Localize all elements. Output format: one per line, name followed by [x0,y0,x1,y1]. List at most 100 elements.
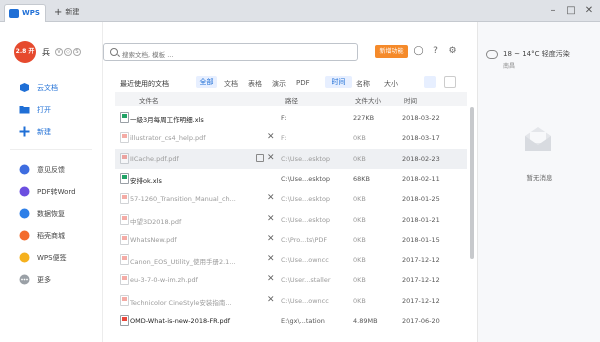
tab-wps[interactable]: WPS [4,4,46,22]
badge-icon: ◇ [64,48,72,56]
file-name[interactable]: Technicolor CineStyle安装指南... [130,297,255,307]
scrollbar[interactable] [470,107,474,259]
new-tab-button[interactable]: + 新建 [54,6,80,18]
share-icon[interactable] [256,153,264,162]
file-name[interactable]: WhatsNew.pdf [130,236,255,244]
column-date[interactable]: 时间 [404,95,417,105]
column-path[interactable]: 路径 [285,95,298,105]
sort-by-time[interactable]: 时间 [325,76,352,88]
remove-icon[interactable]: ✕ [267,132,275,142]
sidebar-item-label: 新建 [37,128,51,136]
sidebar-tool-notes[interactable]: WPS便签 [0,248,103,268]
plus-icon [19,126,30,137]
help-icon[interactable]: ? [430,46,441,57]
file-name[interactable]: 安排ok.xls [130,175,255,185]
minimize-icon[interactable]: – [545,3,561,19]
remove-icon[interactable]: ✕ [267,254,275,264]
list-view-icon[interactable] [424,76,436,88]
file-name[interactable]: eu-3-7-0-w-im.zh.pdf [130,276,255,284]
column-name[interactable]: 文件名 [139,95,159,105]
pdf-file-icon [120,213,129,225]
avatar[interactable]: 2.8 开抢 [14,41,36,77]
sidebar-item-open[interactable]: 打开 [0,100,103,120]
sort-by-name[interactable]: 名称 [356,79,370,89]
search-input[interactable]: 搜索文档, 模板 ... [103,43,358,61]
sidebar-tool-label: PDF转Word [37,188,76,196]
close-icon[interactable]: ✕ [581,3,597,19]
filter-all[interactable]: 全部 [196,76,217,88]
sidebar-tool-label: WPS便签 [37,254,67,262]
cloud-doc-icon [20,83,29,92]
sidebar-item-cloud-doc[interactable]: 云文档 [0,78,103,98]
sidebar-item-new[interactable]: 新建 [0,122,103,142]
remove-icon[interactable]: ✕ [267,193,275,203]
table-row[interactable]: illustrator_cs4_help.pdf ✕ F: 0KB 2018-03-17 [115,128,467,148]
pdf-file-icon [120,193,129,205]
new-tab-label: 新建 [65,8,80,16]
table-row[interactable]: OMD-What-is-new-2018-FR.pdf E:\gx\...tati… [115,311,467,331]
remove-icon[interactable]: ✕ [267,295,275,305]
file-date: 2018-02-23 [402,154,440,163]
pdf-convert-icon [19,186,30,197]
file-name[interactable]: illustrator_cs4_help.pdf [130,134,255,142]
pdf-file-icon [120,132,129,144]
file-path: C:\Pro...ts\PDF [281,235,328,244]
table-row[interactable]: eu-3-7-0-w-im.zh.pdf ✕ C:\User...staller 0K… [115,270,467,290]
table-row[interactable]: Canon_EOS_Utility_使用手册2.1... ✕ C:\Use...ow… [115,250,467,270]
pdf-file-icon [120,254,129,266]
sidebar-tool-feedback[interactable]: 意见反馈 [0,160,103,180]
filter-pdf[interactable]: PDF [296,79,310,87]
grid-view-icon[interactable] [444,76,456,88]
pdf-file-icon [120,233,129,245]
xls-file-icon [120,112,129,123]
remove-icon[interactable]: ✕ [267,214,275,224]
file-name[interactable]: OMD-What-is-new-2018-FR.pdf [130,317,255,325]
weather-cloud-icon [486,50,498,59]
file-name[interactable]: 一級3月每周工作明细.xls [130,114,255,124]
file-path: C:\Use...esktop [281,154,331,163]
right-panel: 18 ~ 14°C 轻度污染 南昌 暂无消息 [477,22,600,342]
table-row[interactable]: WhatsNew.pdf ✕ C:\Pro...ts\PDF 0KB 2018-01-1… [115,230,467,250]
data-recovery-icon [19,208,30,219]
table-row[interactable]: 中望3D2018.pdf ✕ C:\Use...esktop 0KB 2018-01-2… [115,210,467,230]
user-name[interactable]: 兵 [42,47,50,58]
file-size: 4.89MB [353,317,378,325]
sort-by-size[interactable]: 大小 [384,79,398,89]
file-name[interactable]: IICache.pdf.pdf [130,155,255,163]
file-path: C:\Use...esktop [281,195,331,204]
file-name[interactable]: 57-1260_Transition_Manual_ch... [130,195,255,203]
weather-text[interactable]: 18 ~ 14°C 轻度污染 [503,49,570,59]
maximize-icon[interactable]: □ [563,3,579,19]
file-path: E:\gx\...tation [281,317,325,325]
sidebar-tool-pdf-to-word[interactable]: PDF转Word [0,182,103,202]
table-header: 文件名 路径 文件大小 时间 [115,92,467,106]
remove-icon[interactable]: ✕ [267,234,275,244]
file-path: C:\Use...owncc [281,296,329,305]
column-size[interactable]: 文件大小 [355,95,381,105]
file-name[interactable]: Canon_EOS_Utility_使用手册2.1... [130,256,255,266]
gear-icon[interactable]: ⚙ [447,46,458,57]
note-icon [19,252,30,263]
file-date: 2017-06-20 [402,317,440,325]
remove-icon[interactable]: ✕ [267,153,275,163]
file-date: 2018-03-17 [402,134,440,143]
table-row[interactable]: 一級3月每周工作明细.xls F: 227KB 2018-03-22 [115,108,467,128]
table-row[interactable]: Technicolor CineStyle安装指南... ✕ C:\Use...ow… [115,291,467,311]
pdf-file-icon [120,294,129,306]
table-row[interactable]: 安排ok.xls C:\Use...esktop 68KB 2018-02-11 [115,169,467,189]
file-size: 0KB [353,154,366,163]
sidebar-tool-more[interactable]: 更多 [0,270,103,290]
sidebar-tool-store[interactable]: 稻壳商城 [0,226,103,246]
table-row[interactable]: 57-1260_Transition_Manual_ch... ✕ C:\Use..… [115,189,467,209]
new-feature-button[interactable]: 新增功能 [375,45,408,58]
file-path: F: [281,114,287,122]
filter-slides[interactable]: 演示 [272,79,286,89]
filter-doc[interactable]: 文档 [224,79,238,89]
table-row[interactable]: IICache.pdf.pdf ✕ C:\Use...esktop 0KB 2018-0… [115,148,467,169]
sidebar-tool-data-recovery[interactable]: 数据恢复 [0,204,103,224]
filter-sheet[interactable]: 表格 [248,79,262,89]
file-name[interactable]: 中望3D2018.pdf [130,216,255,226]
wps-logo-icon [9,9,19,18]
remove-icon[interactable]: ✕ [267,274,275,284]
lightbulb-icon[interactable]: ◯ [413,46,424,57]
